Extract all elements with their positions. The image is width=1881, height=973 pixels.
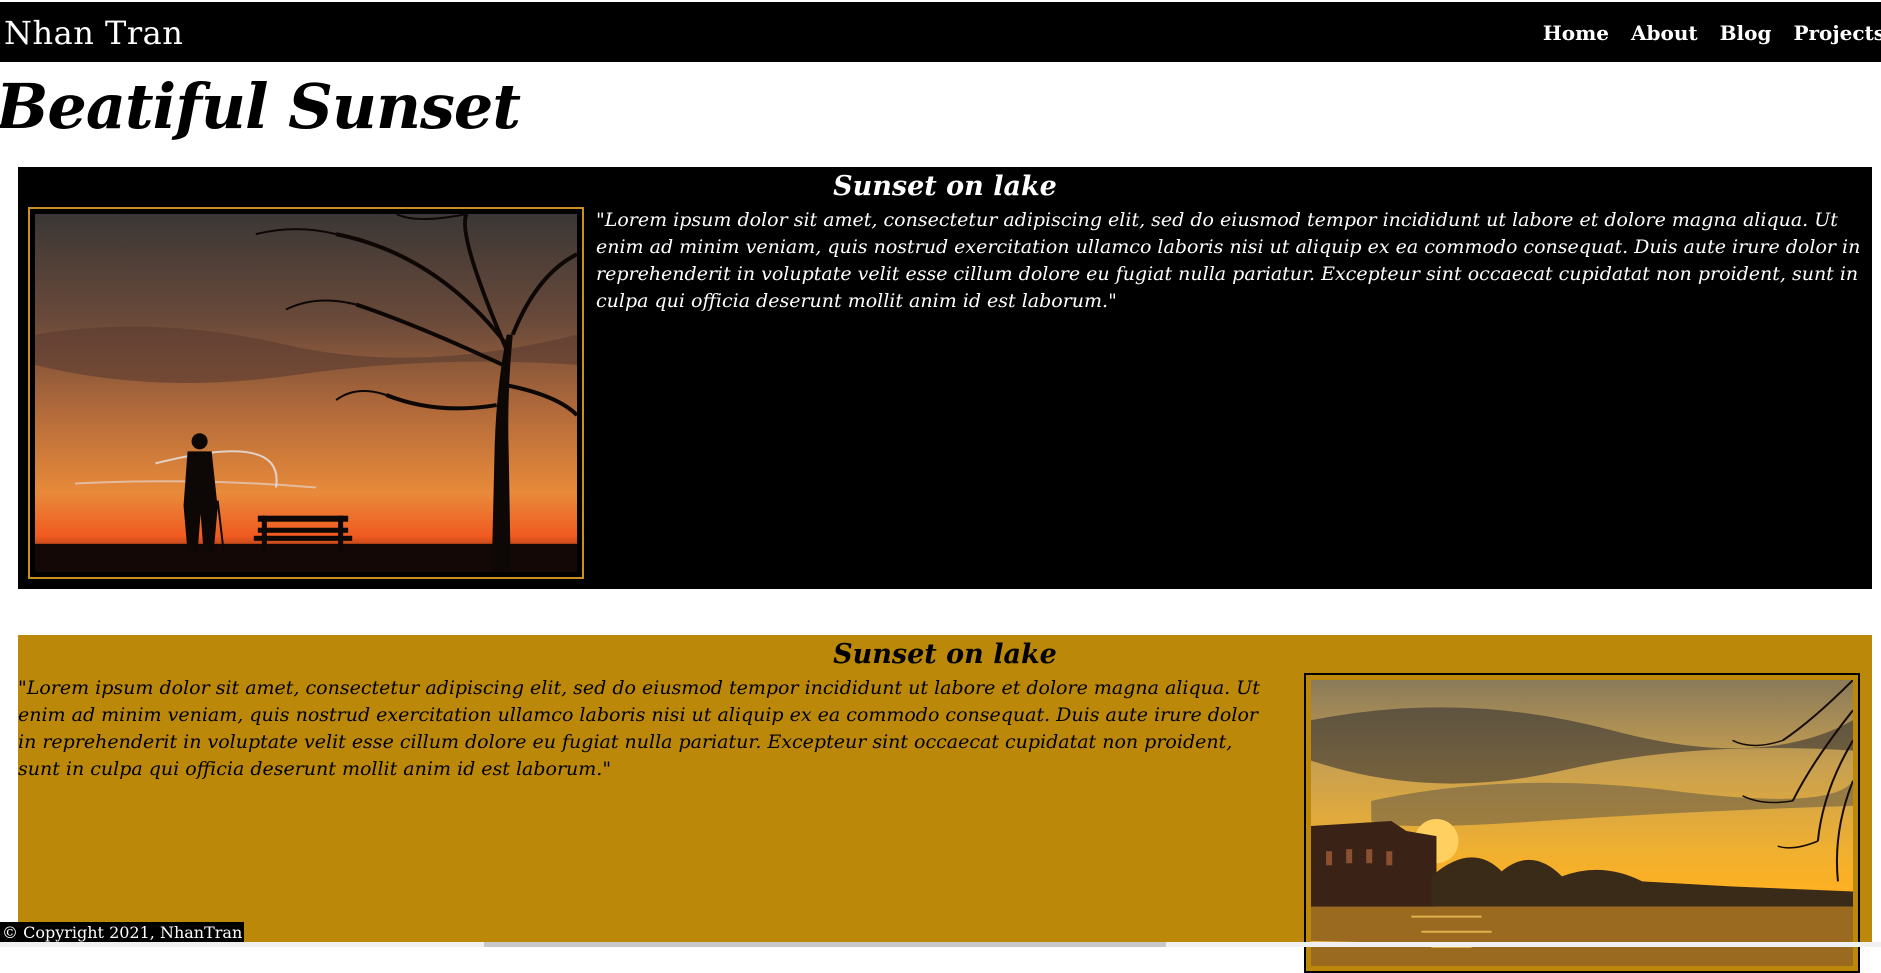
section-title: Sunset on lake [833,171,1057,202]
horizontal-scrollbar[interactable] [0,942,1881,947]
photo-frame [1304,673,1860,973]
section-title: Sunset on lake [833,639,1057,670]
navbar: Nhan Tran Home About Blog Projects [0,2,1881,62]
sunset-lake-photo [1311,680,1853,966]
nav-link-projects[interactable]: Projects [1793,21,1881,45]
footer-copyright: © Copyright 2021, NhanTran [0,922,245,944]
nav-link-home[interactable]: Home [1543,21,1609,45]
sunset-section-2: Sunset on lake "Lorem ipsum dolor sit am… [18,635,1872,973]
section-description: "Lorem ipsum dolor sit amet, consectetur… [18,677,1260,780]
nav-links: Home About Blog Projects [1543,21,1881,45]
photo-frame [28,207,584,579]
sunset-tree-bench-photo [35,214,577,572]
brand-name[interactable]: Nhan Tran [4,14,183,52]
nav-link-about[interactable]: About [1631,21,1698,45]
nav-link-blog[interactable]: Blog [1720,21,1772,45]
section-description: "Lorem ipsum dolor sit amet, consectetur… [596,209,1861,312]
page-title: Beatiful Sunset [0,70,521,143]
scrollbar-thumb[interactable] [484,942,1166,947]
sunset-section-1: Sunset on lake "Lorem ipsum dolor sit am… [18,167,1872,589]
